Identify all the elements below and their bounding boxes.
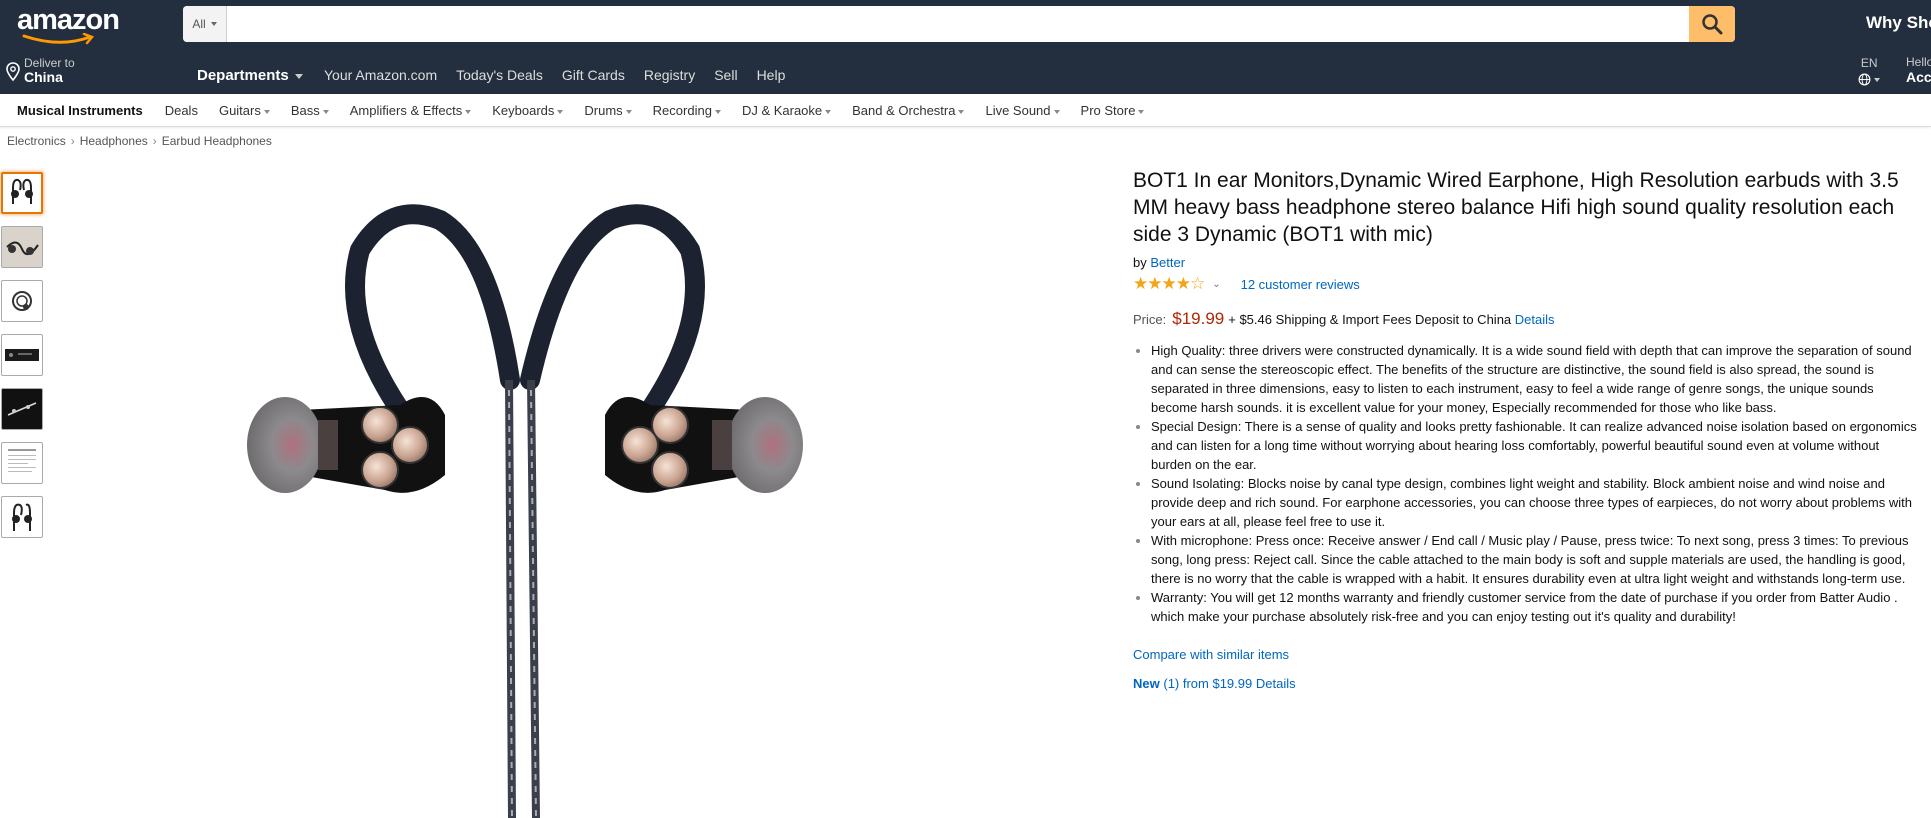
logo-smile-icon xyxy=(22,33,95,45)
globe-icon xyxy=(1858,73,1871,86)
subnav-amplifiers-effects[interactable]: Amplifiers & Effects xyxy=(350,103,471,118)
by-label: by xyxy=(1133,255,1147,270)
language-code: EN xyxy=(1860,56,1878,70)
search-button[interactable] xyxy=(1689,6,1735,42)
deliver-label: Deliver to xyxy=(24,56,75,70)
new-offer-details: Details xyxy=(1255,676,1296,691)
subnav-recording[interactable]: Recording xyxy=(653,103,721,118)
breadcrumb-earbud-headphones[interactable]: Earbud Headphones xyxy=(162,134,272,148)
subnav-dj-karaoke[interactable]: DJ & Karaoke xyxy=(742,103,831,118)
breadcrumb-headphones[interactable]: Headphones xyxy=(80,134,148,148)
customer-reviews-link[interactable]: 12 customer reviews xyxy=(1241,277,1360,292)
compare-similar-link[interactable]: Compare with similar items xyxy=(1133,647,1289,662)
subnav-drums[interactable]: Drums xyxy=(584,103,631,118)
thumbnail-2[interactable] xyxy=(1,226,43,268)
location-pin-icon xyxy=(6,62,20,82)
feature-bullet: Sound Isolating: Blocks noise by canal t… xyxy=(1151,474,1923,531)
new-label: New xyxy=(1133,676,1160,691)
byline: by Better xyxy=(1133,255,1923,270)
nav-links: Your Amazon.com Today's Deals Gift Cards… xyxy=(324,67,804,83)
new-offer-row: New (1) from $19.99 Details xyxy=(1133,676,1923,691)
subnav-guitars[interactable]: Guitars xyxy=(219,103,270,118)
feature-bullet: High Quality: three drivers were constru… xyxy=(1151,341,1923,417)
subnav-deals[interactable]: Deals xyxy=(165,103,198,118)
search-icon xyxy=(1702,14,1723,35)
breadcrumb-electronics[interactable]: Electronics xyxy=(7,134,66,148)
chevron-down-icon xyxy=(210,22,217,26)
breadcrumb: Electronics › Headphones › Earbud Headphones xyxy=(7,134,272,148)
search-input[interactable] xyxy=(227,6,1697,42)
deliver-country: China xyxy=(24,69,63,85)
category-subnav: Musical Instruments Deals Guitars Bass A… xyxy=(0,94,1931,127)
price-value: $19.99 xyxy=(1172,309,1225,328)
thumbnail-strip xyxy=(1,172,43,550)
nav-link-todays-deals[interactable]: Today's Deals xyxy=(456,67,543,83)
rating-row: ★★★★☆ ⌄ 12 customer reviews xyxy=(1133,274,1923,294)
left-ear-hook xyxy=(345,204,520,420)
chevron-down-icon xyxy=(1874,77,1881,82)
search-category-label: All xyxy=(192,17,206,31)
shipping-text: + $5.46 Shipping & Import Fees Deposit t… xyxy=(1228,312,1512,327)
departments-menu[interactable]: Departments xyxy=(197,67,303,84)
thumbnail-4[interactable] xyxy=(1,334,43,376)
subnav-pro-store[interactable]: Pro Store xyxy=(1081,103,1145,118)
account-label: Acc xyxy=(1906,69,1931,85)
subnav-bass[interactable]: Bass xyxy=(291,103,329,118)
subnav-band-orchestra[interactable]: Band & Orchestra xyxy=(852,103,964,118)
promo-banner[interactable]: Why Shop xyxy=(1866,13,1931,33)
breadcrumb-separator-icon: › xyxy=(70,134,75,148)
nav-link-sell[interactable]: Sell xyxy=(714,67,737,83)
subnav-musical-instruments[interactable]: Musical Instruments xyxy=(17,103,143,118)
nav-link-your-amazon[interactable]: Your Amazon.com xyxy=(324,67,437,83)
thumbnail-5[interactable] xyxy=(1,388,43,430)
chevron-down-icon xyxy=(294,73,303,79)
feature-bullet: Warranty: You will get 12 months warrant… xyxy=(1151,588,1923,626)
new-offer-text: (1) from $19.99 xyxy=(1163,676,1253,691)
account-greeting: Hello xyxy=(1906,55,1931,69)
subnav-keyboards[interactable]: Keyboards xyxy=(492,103,563,118)
language-selector[interactable]: EN xyxy=(1858,55,1881,87)
chevron-down-icon[interactable]: ⌄ xyxy=(1212,279,1220,290)
feature-bullet: Special Design: There is a sense of qual… xyxy=(1151,417,1923,474)
nav-link-registry[interactable]: Registry xyxy=(644,67,695,83)
nav-bar: Deliver to China Departments Your Amazon… xyxy=(0,52,1931,94)
departments-label: Departments xyxy=(197,67,289,84)
product-title: BOT1 In ear Monitors,Dynamic Wired Earph… xyxy=(1133,169,1899,246)
brand-link[interactable]: Better xyxy=(1150,255,1185,270)
subnav-live-sound[interactable]: Live Sound xyxy=(985,103,1059,118)
right-ear-hook xyxy=(520,204,705,420)
feature-bullet: With microphone: Press once: Receive ans… xyxy=(1151,531,1923,588)
new-offer-link[interactable]: New (1) from $19.99 Details xyxy=(1133,676,1296,691)
thumbnail-7[interactable] xyxy=(1,496,43,538)
nav-link-gift-cards[interactable]: Gift Cards xyxy=(562,67,625,83)
star-rating-icon[interactable]: ★★★★☆ xyxy=(1133,274,1205,294)
breadcrumb-separator-icon: › xyxy=(152,134,157,148)
compare-row: Compare with similar items xyxy=(1133,647,1923,662)
product-info: BOT1 In ear Monitors,Dynamic Wired Earph… xyxy=(1133,167,1923,691)
thumbnail-3[interactable] xyxy=(1,280,43,322)
nav-link-help[interactable]: Help xyxy=(757,67,786,83)
feature-bullets: High Quality: three drivers were constru… xyxy=(1133,341,1923,626)
product-image[interactable] xyxy=(230,190,930,818)
thumbnail-1[interactable] xyxy=(1,172,43,214)
top-header: amazon All Why Shop xyxy=(0,0,1931,52)
account-menu[interactable]: Hello Acc xyxy=(1906,55,1931,86)
search-bar: All xyxy=(183,6,1735,42)
price-label: Price: xyxy=(1133,312,1167,327)
thumbnail-6[interactable] xyxy=(1,442,43,484)
search-category-dropdown[interactable]: All xyxy=(183,6,227,42)
deliver-to[interactable]: Deliver to China xyxy=(6,56,75,84)
price-row: Price: $19.99 + $5.46 Shipping & Import … xyxy=(1133,309,1923,329)
shipping-details-link[interactable]: Details xyxy=(1515,312,1555,327)
